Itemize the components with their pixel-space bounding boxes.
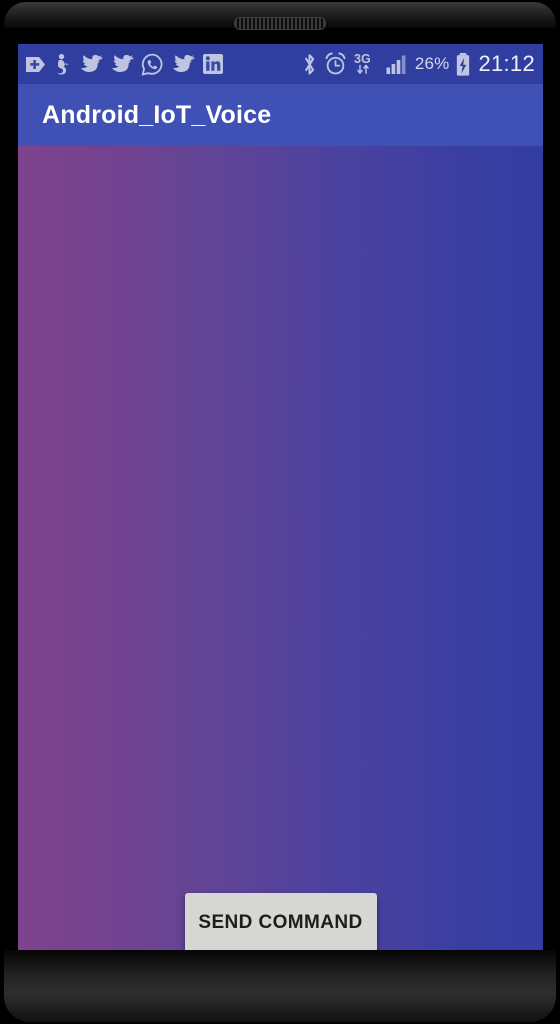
status-bar-clock: 21:12 — [478, 51, 535, 76]
whatsapp-icon — [141, 53, 163, 76]
phone-device-frame: 3G 26% 21:12 Android_IoT_Voice SEND COMM… — [0, 0, 560, 1024]
status-bar-notification-icons — [24, 53, 301, 76]
linkedin-icon — [203, 54, 223, 74]
bottom-bezel — [4, 950, 556, 1022]
app-title: Android_IoT_Voice — [42, 100, 272, 129]
add-tag-icon — [26, 56, 45, 72]
mobile-data-3g-icon: 3G — [354, 52, 371, 74]
svg-text:3G: 3G — [354, 52, 371, 66]
send-command-button[interactable]: SEND COMMAND — [184, 893, 377, 952]
bluetooth-icon — [304, 53, 314, 75]
twitter-icon — [172, 54, 195, 72]
twitter-icon — [80, 54, 103, 72]
alarm-clock-icon — [325, 52, 346, 75]
earpiece-speaker-grille — [234, 17, 326, 30]
app-bar: Android_IoT_Voice — [18, 84, 543, 146]
main-content-area: SEND COMMAND — [18, 146, 543, 977]
signal-bars-icon — [386, 55, 406, 74]
battery-charging-icon — [457, 52, 470, 76]
twitter-icon — [111, 54, 134, 72]
phone-screen: 3G 26% 21:12 Android_IoT_Voice SEND COMM… — [18, 44, 543, 977]
person-notification-icon — [57, 53, 69, 75]
status-bar[interactable]: 3G 26% 21:12 — [18, 44, 543, 84]
status-bar-system-icons: 3G 26% 21:12 — [301, 51, 535, 77]
battery-percent-label: 26% — [414, 54, 450, 73]
